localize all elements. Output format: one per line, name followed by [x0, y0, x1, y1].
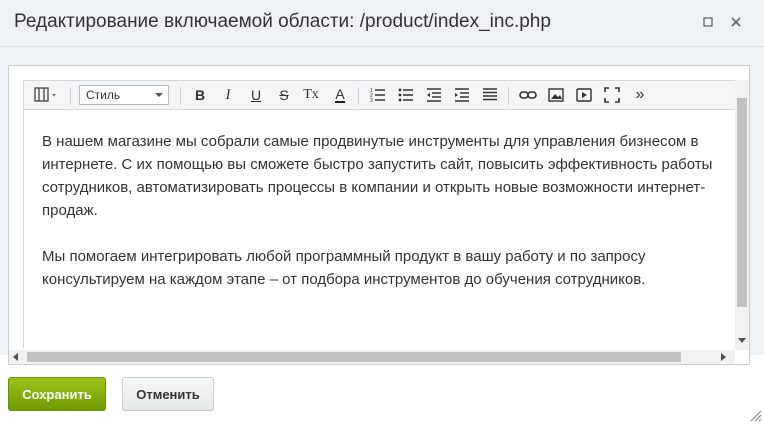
ordered-list-button[interactable]: 1 2 3	[368, 85, 388, 105]
view-mode-icon	[34, 87, 56, 102]
cancel-button[interactable]: Отменить	[122, 377, 214, 411]
content-paragraph: Мы помогаем интегрировать любой программ…	[42, 248, 646, 288]
outdent-icon	[427, 88, 441, 102]
indent-icon	[455, 88, 469, 102]
toolbar-separator	[180, 87, 181, 105]
dialog-footer: Сохранить Отменить	[0, 366, 764, 424]
font-color-icon: A	[335, 86, 345, 103]
toolbar-separator	[70, 87, 71, 105]
image-icon	[548, 88, 564, 102]
dialog-title: Редактирование включаемой области: /prod…	[14, 11, 551, 32]
insert-image-button[interactable]	[546, 85, 566, 105]
fullscreen-icon	[604, 87, 620, 103]
insert-video-button[interactable]	[574, 85, 594, 105]
dialog-titlebar[interactable]: Редактирование включаемой области: /prod…	[0, 0, 764, 47]
editor-content[interactable]: В нашем магазине мы собрали самые продви…	[23, 110, 729, 348]
svg-text:3: 3	[370, 98, 373, 103]
italic-icon: I	[225, 86, 231, 103]
strikethrough-button[interactable]: S	[274, 85, 294, 105]
style-select-value: Стиль	[86, 88, 121, 102]
strikethrough-icon: S	[279, 87, 289, 103]
style-select[interactable]: Стиль	[79, 85, 169, 105]
more-tools-button[interactable]: »	[630, 85, 650, 105]
underline-button[interactable]: U	[246, 85, 266, 105]
save-button[interactable]: Сохранить	[8, 377, 106, 411]
scroll-down-arrow-icon[interactable]	[738, 338, 746, 343]
justify-button[interactable]	[480, 85, 500, 105]
double-chevron-right-icon: »	[635, 86, 645, 103]
underline-icon: U	[250, 87, 262, 103]
toolbar-separator	[358, 87, 359, 105]
scroll-left-arrow-icon[interactable]	[13, 353, 18, 361]
italic-button[interactable]: I	[218, 85, 238, 105]
fullscreen-button[interactable]	[602, 85, 622, 105]
close-icon[interactable]	[728, 14, 744, 30]
chevron-down-icon	[155, 93, 163, 97]
include-area-editor-dialog: Редактирование включаемой области: /prod…	[0, 0, 764, 424]
bold-button[interactable]: B	[190, 85, 210, 105]
bold-icon: B	[194, 87, 206, 103]
insert-link-button[interactable]	[518, 85, 538, 105]
link-icon	[519, 91, 537, 99]
clear-format-button[interactable]: Tx	[300, 85, 322, 105]
font-color-button[interactable]: A	[330, 85, 350, 105]
outdent-button[interactable]	[424, 85, 444, 105]
vertical-scrollbar[interactable]	[735, 80, 749, 350]
view-mode-button[interactable]	[32, 85, 62, 105]
scroll-right-arrow-icon[interactable]	[721, 353, 726, 361]
bulleted-list-button[interactable]	[396, 85, 416, 105]
vertical-scrollbar-thumb[interactable]	[737, 98, 747, 307]
wysiwyg-editor: Стиль B I U S Tx A 1 2 3 » В нашем магаз…	[8, 65, 750, 365]
indent-button[interactable]	[452, 85, 472, 105]
horizontal-scrollbar[interactable]	[9, 350, 735, 364]
content-paragraph: В нашем магазине мы собрали самые продви…	[42, 133, 713, 219]
video-icon	[576, 88, 592, 102]
bulleted-list-icon	[398, 88, 413, 102]
align-justify-icon	[483, 88, 497, 101]
editor-toolbar: Стиль B I U S Tx A 1 2 3 »	[23, 80, 743, 110]
ordered-list-icon: 1 2 3	[370, 88, 385, 103]
clear-format-icon: Tx	[303, 87, 319, 102]
resize-grip-icon[interactable]	[748, 408, 762, 422]
maximize-icon[interactable]	[700, 14, 716, 30]
toolbar-separator	[508, 87, 509, 105]
horizontal-scrollbar-thumb[interactable]	[27, 352, 681, 362]
